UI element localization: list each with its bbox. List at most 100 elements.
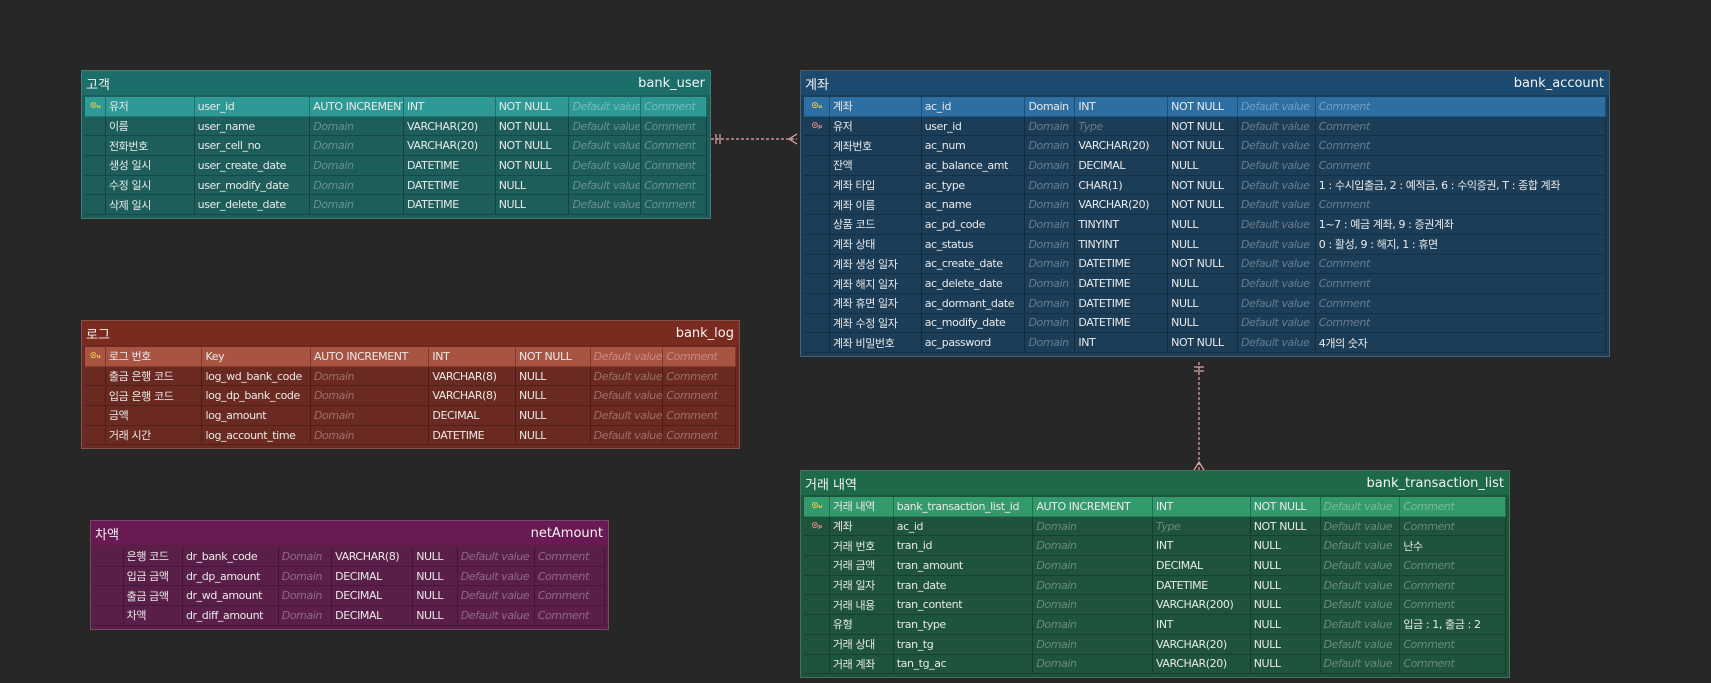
column-comment[interactable]: 1~7 : 예금 계좌, 9 : 증권계좌: [1315, 215, 1607, 235]
column-domain[interactable]: Domain: [1033, 556, 1153, 576]
column-row[interactable]: 수정 일시 user_modify_date Domain DATETIME NULL D…: [85, 175, 708, 196]
column-data-type[interactable]: VARCHAR(20): [1153, 654, 1251, 675]
column-logical-name[interactable]: 계좌: [829, 97, 922, 117]
column-comment[interactable]: Comment: [663, 366, 736, 387]
column-nullable[interactable]: NOT NULL: [495, 156, 570, 176]
column-physical-name[interactable]: tan_tg_ac: [893, 654, 1034, 675]
column-nullable[interactable]: NULL: [1250, 615, 1321, 635]
column-comment[interactable]: Comment: [1315, 97, 1607, 117]
column-default-value[interactable]: Default value: [569, 156, 642, 176]
column-physical-name[interactable]: user_modify_date: [194, 175, 311, 196]
column-logical-name[interactable]: 거래 일자: [829, 575, 894, 596]
table-header[interactable]: 거래 내역 bank_transaction_list: [801, 471, 1509, 495]
column-default-value[interactable]: Default value: [1320, 634, 1401, 655]
column-data-type[interactable]: DATETIME: [1075, 313, 1169, 334]
column-nullable[interactable]: NOT NULL: [1168, 195, 1238, 216]
column-comment[interactable]: Comment: [641, 175, 708, 196]
column-comment[interactable]: Comment: [663, 347, 736, 367]
column-domain[interactable]: Domain: [1033, 615, 1153, 635]
column-data-type[interactable]: INT: [1153, 536, 1251, 557]
column-logical-name[interactable]: 계좌 해지 일자: [829, 274, 922, 294]
column-default-value[interactable]: Default value: [1320, 615, 1401, 635]
column-physical-name[interactable]: ac_num: [921, 136, 1026, 157]
column-comment[interactable]: Comment: [1315, 313, 1607, 334]
relationship-user-account[interactable]: [711, 133, 798, 145]
column-comment[interactable]: Comment: [1400, 556, 1507, 576]
column-domain[interactable]: Domain: [310, 195, 404, 216]
column-nullable[interactable]: NOT NULL: [495, 97, 570, 117]
column-physical-name[interactable]: ac_type: [921, 175, 1026, 196]
column-physical-name[interactable]: ac_password: [921, 333, 1026, 353]
column-logical-name[interactable]: 거래 내용: [829, 595, 894, 616]
column-nullable[interactable]: NOT NULL: [1168, 116, 1238, 137]
column-nullable[interactable]: NULL: [1250, 595, 1321, 616]
column-logical-name[interactable]: 전화번호: [105, 136, 195, 157]
column-logical-name[interactable]: 은행 코드: [123, 547, 183, 567]
column-nullable[interactable]: NULL: [1250, 634, 1321, 655]
column-domain[interactable]: Domain: [1025, 195, 1076, 216]
column-logical-name[interactable]: 차액: [123, 606, 183, 626]
column-comment[interactable]: Comment: [1400, 497, 1507, 517]
column-physical-name[interactable]: ac_balance_amt: [921, 156, 1026, 176]
column-default-value[interactable]: Default value: [1237, 313, 1316, 334]
column-physical-name[interactable]: log_wd_bank_code: [202, 366, 311, 387]
column-domain[interactable]: Domain: [1033, 634, 1153, 655]
column-nullable[interactable]: NOT NULL: [1168, 97, 1238, 117]
table-header[interactable]: 차액 netAmount: [91, 521, 608, 545]
column-data-type[interactable]: VARCHAR(20): [1153, 634, 1251, 655]
column-row[interactable]: 거래 시간 log_account_time Domain DATETIME NULL D…: [85, 425, 736, 446]
column-domain[interactable]: Domain: [310, 156, 404, 176]
column-data-type[interactable]: VARCHAR(20): [1075, 136, 1169, 157]
column-row[interactable]: 거래 일자 tran_date Domain DATETIME NULL Default …: [804, 575, 1507, 596]
column-data-type[interactable]: DATETIME: [429, 425, 516, 446]
column-default-value[interactable]: Default value: [1320, 595, 1401, 616]
column-comment[interactable]: Comment: [663, 406, 736, 426]
column-default-value[interactable]: Default value: [457, 566, 535, 587]
column-data-type[interactable]: Type: [1075, 116, 1169, 137]
column-logical-name[interactable]: 계좌: [829, 516, 894, 537]
column-data-type[interactable]: DATETIME: [403, 175, 496, 196]
table-bank-log[interactable]: 로그 bank_log ⊙ᵤ 로그 번호 Key AUTO INCREMENT INT NOT…: [81, 320, 740, 450]
column-default-value[interactable]: Default value: [569, 175, 642, 196]
column-nullable[interactable]: NULL: [516, 425, 591, 446]
column-row[interactable]: 잔액 ac_balance_amt Domain DECIMAL NULL Default…: [804, 156, 1607, 176]
column-domain[interactable]: Domain: [278, 566, 333, 587]
column-row[interactable]: 유형 tran_type Domain INT NULL Default value 입금 …: [804, 615, 1507, 635]
column-data-type[interactable]: INT: [429, 347, 516, 367]
column-nullable[interactable]: NULL: [495, 175, 570, 196]
column-default-value[interactable]: Default value: [569, 136, 642, 157]
table-header[interactable]: 계좌 bank_account: [801, 71, 1609, 95]
column-data-type[interactable]: DECIMAL: [332, 586, 414, 607]
column-default-value[interactable]: Default value: [590, 425, 664, 446]
column-domain[interactable]: Domain: [310, 386, 430, 407]
column-row[interactable]: 입금 금액 dr_dp_amount Domain DECIMAL NULL Defaul…: [94, 566, 605, 587]
column-domain[interactable]: Domain: [310, 406, 430, 426]
column-logical-name[interactable]: 금액: [105, 406, 203, 426]
column-comment[interactable]: Comment: [1400, 634, 1507, 655]
column-data-type[interactable]: INT: [403, 97, 496, 117]
column-domain[interactable]: Domain: [1025, 97, 1076, 117]
column-comment[interactable]: Comment: [641, 136, 708, 157]
column-comment[interactable]: Comment: [641, 97, 708, 117]
column-row[interactable]: 계좌 해지 일자 ac_delete_date Domain DATETIME NULL…: [804, 274, 1607, 294]
column-default-value[interactable]: Default value: [457, 586, 535, 607]
column-physical-name[interactable]: ac_dormant_date: [921, 293, 1026, 314]
column-default-value[interactable]: Default value: [590, 366, 664, 387]
column-comment[interactable]: Comment: [663, 386, 736, 407]
column-physical-name[interactable]: tran_type: [893, 615, 1034, 635]
column-comment[interactable]: 난수: [1400, 536, 1507, 557]
column-row[interactable]: 은행 코드 dr_bank_code Domain VARCHAR(8) NULL Def…: [94, 547, 605, 567]
column-default-value[interactable]: Default value: [569, 116, 642, 137]
column-logical-name[interactable]: 상품 코드: [829, 215, 922, 235]
column-default-value[interactable]: Default value: [1237, 254, 1316, 275]
column-physical-name[interactable]: tran_content: [893, 595, 1034, 616]
column-nullable[interactable]: NOT NULL: [1250, 516, 1321, 537]
column-row[interactable]: 전화번호 user_cell_no Domain VARCHAR(20) NOT NUL…: [85, 136, 708, 157]
column-nullable[interactable]: NULL: [1168, 156, 1238, 176]
column-nullable[interactable]: NULL: [413, 547, 458, 567]
column-nullable[interactable]: NULL: [1168, 234, 1238, 255]
column-row[interactable]: ⊙ᵤ 거래 내역 bank_transaction_list_id AUTO INCR…: [804, 497, 1507, 517]
column-comment[interactable]: Comment: [1400, 654, 1507, 675]
column-logical-name[interactable]: 계좌 휴면 일자: [829, 293, 922, 314]
column-domain[interactable]: Domain: [1025, 175, 1076, 196]
